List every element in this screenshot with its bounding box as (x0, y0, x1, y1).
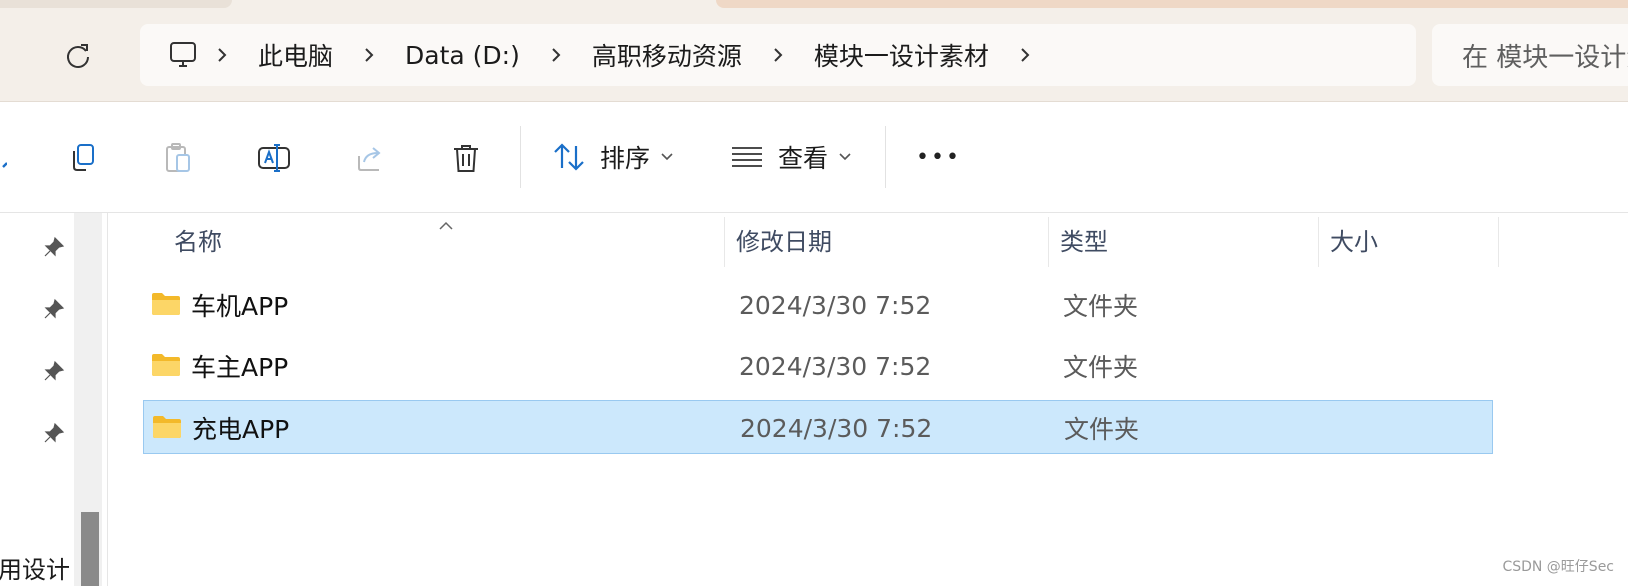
navigation-pane (0, 213, 74, 586)
chevron-right-icon[interactable] (200, 46, 244, 64)
list-view-icon (732, 147, 762, 167)
breadcrumb-folder-current[interactable]: 模块一设计素材 (800, 37, 1003, 73)
file-row-selected[interactable]: 充电APP 2024/3/30 7:52 文件夹 (143, 400, 1493, 454)
column-header-name[interactable]: 名称 (174, 213, 222, 265)
copy-button[interactable] (60, 136, 104, 180)
sort-label: 排序 (600, 144, 651, 173)
nav-scrollbar-thumb[interactable] (81, 512, 99, 586)
paste-button[interactable] (156, 136, 200, 180)
column-resize-handle[interactable] (1498, 217, 1499, 267)
column-header-size[interactable]: 大小 (1330, 213, 1378, 265)
folder-icon (152, 354, 180, 376)
file-name[interactable]: 充电APP (192, 401, 289, 455)
toolbar-divider (520, 126, 521, 188)
tab-right[interactable] (716, 0, 1628, 8)
address-bar[interactable]: 此电脑 Data (D:) 高职移动资源 模块一设计素材 (140, 24, 1416, 86)
breadcrumb-folder-resources[interactable]: 高职移动资源 (578, 37, 756, 73)
delete-button[interactable] (444, 136, 488, 180)
file-modified: 2024/3/30 7:52 (739, 290, 932, 320)
file-name[interactable]: 车机APP (191, 278, 288, 332)
column-header-modified[interactable]: 修改日期 (736, 213, 832, 265)
file-row[interactable]: 车主APP 2024/3/30 7:52 文件夹 (143, 339, 1493, 393)
view-label: 查看 (778, 144, 829, 173)
tab-left[interactable] (0, 0, 232, 8)
chevron-down-icon (661, 153, 673, 161)
refresh-icon (67, 44, 89, 68)
file-type: 文件夹 (1063, 292, 1139, 321)
search-input[interactable]: 在 模块一设计素材 中搜索 (1432, 24, 1628, 86)
column-resize-handle[interactable] (1318, 217, 1319, 267)
pin-icon[interactable] (40, 419, 68, 447)
chevron-down-icon (839, 153, 851, 161)
more-options-button[interactable]: ••• (916, 132, 961, 182)
trash-icon (454, 145, 478, 172)
command-bar: 排序 查看 ••• (0, 102, 1628, 213)
folder-icon (153, 416, 181, 438)
pin-icon[interactable] (40, 233, 68, 261)
chevron-right-icon[interactable] (1003, 46, 1047, 64)
file-type: 文件夹 (1063, 353, 1139, 382)
file-name[interactable]: 车主APP (191, 339, 288, 393)
refresh-button[interactable] (58, 36, 98, 76)
breadcrumb-this-pc[interactable]: 此电脑 (244, 37, 347, 73)
column-resize-handle[interactable] (724, 217, 725, 267)
chevron-right-icon[interactable] (534, 46, 578, 64)
file-modified: 2024/3/30 7:52 (739, 351, 932, 381)
cut-button[interactable] (0, 136, 14, 180)
rename-icon (258, 144, 290, 172)
cut-icon (2, 162, 7, 168)
chevron-right-icon[interactable] (347, 46, 391, 64)
sort-icon (554, 143, 584, 171)
breadcrumb-drive-d[interactable]: Data (D:) (391, 41, 534, 70)
watermark: CSDN @旺仔Sec (1502, 559, 1614, 575)
search-placeholder: 在 模块一设计素材 中搜索 (1462, 42, 1628, 73)
file-type: 文件夹 (1064, 415, 1140, 444)
file-row[interactable]: 车机APP 2024/3/30 7:52 文件夹 (143, 278, 1493, 332)
nav-item-label[interactable]: 用设计 (0, 550, 74, 585)
view-button[interactable]: 查看 (730, 132, 852, 182)
share-icon (358, 147, 381, 171)
file-modified: 2024/3/30 7:52 (740, 413, 933, 443)
paste-icon (166, 143, 190, 172)
pin-icon[interactable] (40, 295, 68, 323)
rename-button[interactable] (252, 136, 296, 180)
more-icon: ••• (916, 144, 961, 170)
pane-divider (107, 213, 108, 586)
sort-button[interactable]: 排序 (552, 132, 674, 182)
column-header-type[interactable]: 类型 (1060, 213, 1108, 265)
column-header-row: 名称 修改日期 类型 大小 (108, 213, 1500, 267)
folder-icon (152, 293, 180, 315)
copy-icon (73, 144, 94, 171)
address-toolbar: 此电脑 Data (D:) 高职移动资源 模块一设计素材 在 模块一设计素材 中… (0, 0, 1628, 102)
computer-icon[interactable] (166, 38, 200, 72)
column-resize-handle[interactable] (1048, 217, 1049, 267)
share-button[interactable] (348, 136, 392, 180)
chevron-right-icon[interactable] (756, 46, 800, 64)
toolbar-divider (885, 126, 886, 188)
pin-icon[interactable] (40, 357, 68, 385)
